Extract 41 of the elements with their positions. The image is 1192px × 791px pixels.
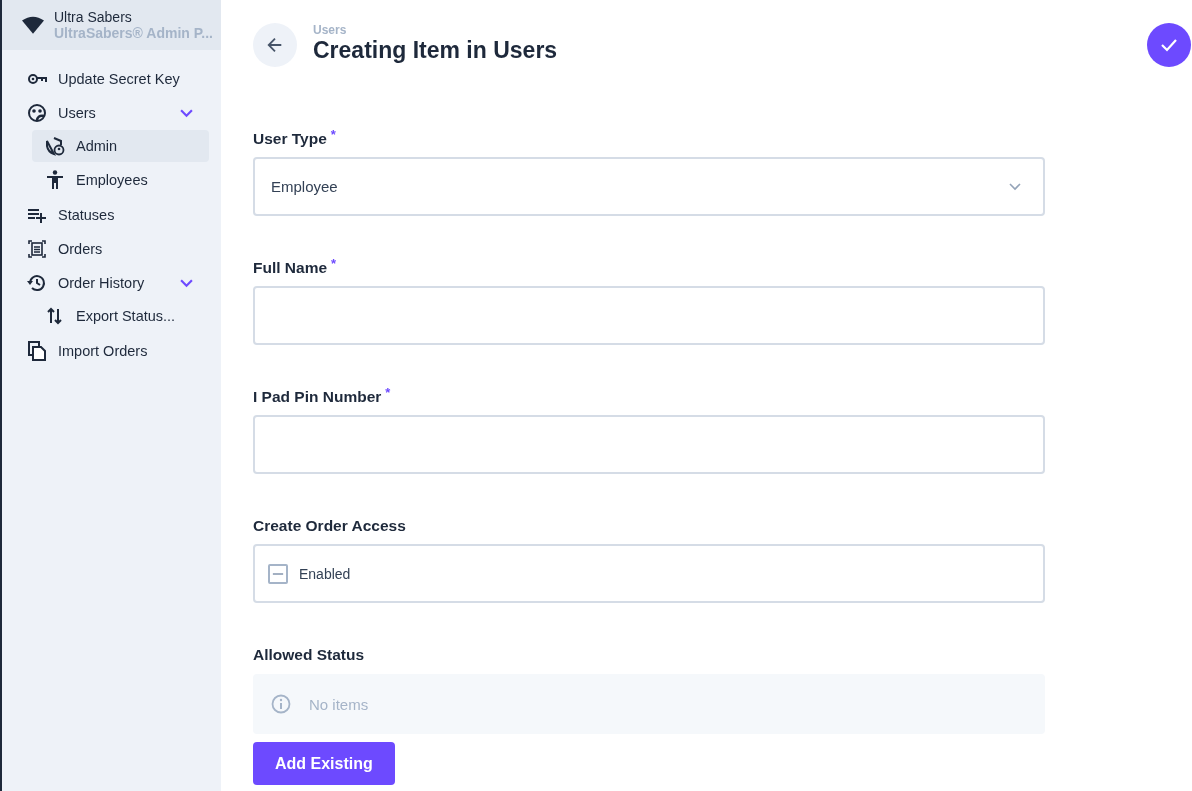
chevron-down-icon [1009, 182, 1021, 191]
nav-subitem[interactable]: Admin [32, 130, 209, 162]
chevron-down-icon[interactable] [180, 108, 193, 118]
checkbox-label: Enabled [299, 565, 351, 582]
select-field[interactable]: Employee [253, 157, 1045, 216]
breadcrumb: Users [313, 22, 348, 37]
copy-icon [26, 341, 48, 361]
add-existing-button[interactable]: Add Existing [253, 742, 395, 785]
history-icon [26, 273, 48, 293]
required-mark: * [331, 257, 337, 270]
nav-item[interactable]: Orders [24, 232, 209, 266]
save-button[interactable] [1147, 23, 1191, 67]
chevron-down-icon[interactable] [180, 278, 193, 288]
page-title: Creating Item in Users [313, 36, 559, 64]
app-name: Ultra Sabers [54, 9, 133, 25]
logo-icon [22, 16, 44, 34]
required-mark: * [385, 386, 391, 399]
nav-item[interactable]: Order History [24, 266, 209, 300]
app-subtitle: UltraSabers® Admin P... [54, 25, 213, 41]
empty-message: No items [309, 695, 369, 713]
field-label: I Pad Pin Number [253, 388, 382, 406]
input-field[interactable] [253, 415, 1045, 474]
field-label: Allowed Status [253, 646, 365, 664]
field-label: User Type [253, 130, 327, 148]
arrow-left-icon [266, 36, 284, 54]
nav-item[interactable]: Update Secret Key [24, 62, 209, 96]
back-button[interactable] [253, 23, 297, 67]
checkbox[interactable] [268, 563, 288, 584]
field-label: Create Order Access [253, 517, 406, 535]
field-label: Full Name [253, 259, 328, 277]
document-icon [26, 239, 48, 259]
person-icon [44, 170, 66, 190]
nav-subitem[interactable]: Export Status... [32, 300, 209, 332]
required-mark: * [330, 128, 336, 141]
nav-subitem[interactable]: Employees [32, 164, 209, 196]
nav-item[interactable]: Statuses [24, 198, 209, 232]
users-icon [26, 103, 48, 123]
input-field[interactable] [253, 286, 1045, 345]
info-icon [271, 694, 291, 714]
nav-item[interactable]: Import Orders [24, 334, 209, 368]
nav-item[interactable]: Users [24, 96, 209, 130]
